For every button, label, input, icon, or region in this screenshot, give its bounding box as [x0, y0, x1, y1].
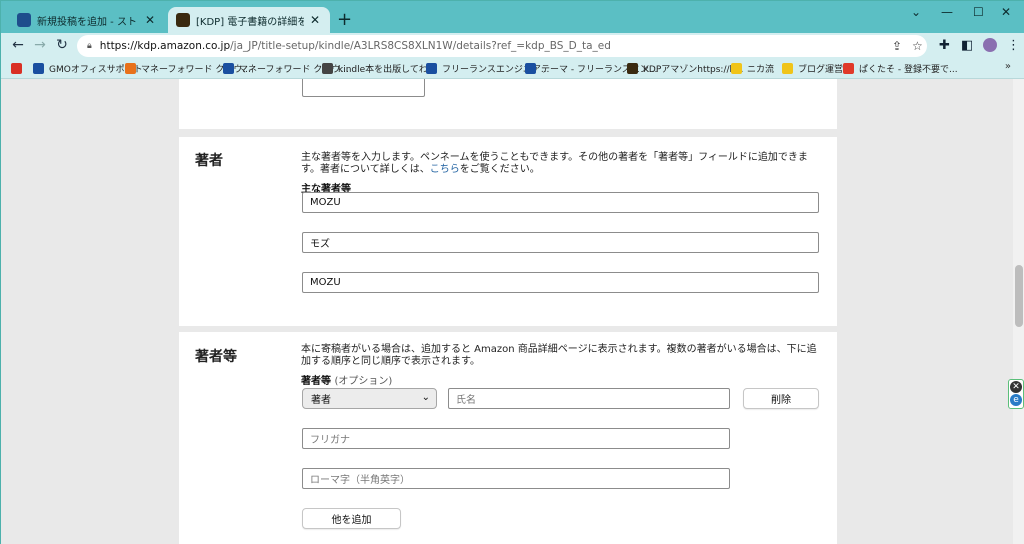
contributor-name-input[interactable]: 氏名 — [448, 388, 730, 409]
extensions-icon[interactable]: ✚ — [939, 38, 950, 53]
authors-description: 主な著者等を入力します。ペンネームを使うこともできます。その他の著者を「著者等」… — [301, 152, 808, 175]
close-tab-icon[interactable]: ✕ — [308, 13, 322, 27]
bookmark-item[interactable]: KDPアマゾンhttps://k... — [627, 61, 743, 75]
bookmarks-bar: GMOオフィスサポート マネーフォワード クラウ... マネーフォワード クラウ… — [1, 57, 1024, 79]
minimize-button[interactable]: — — [941, 5, 953, 19]
forward-button[interactable]: → — [31, 36, 49, 54]
address-bar[interactable]: 🔒︎ https://kdp.amazon.co.jp/ja_JP/title-… — [77, 35, 927, 57]
page-viewport: 著者 主な著者等を入力します。ペンネームを使うこともできます。その他の著者を「著… — [1, 79, 1013, 544]
menu-icon[interactable]: ⋮ — [1007, 38, 1020, 53]
bookmark-favicon-icon — [843, 62, 854, 74]
folder-icon — [782, 62, 793, 74]
bookmark-item[interactable]: ぱくたそ - 登録不要で... — [843, 61, 958, 75]
lock-icon: 🔒︎ — [87, 41, 92, 51]
bookmark-favicon-icon — [525, 62, 536, 74]
browser-toolbar: ← → ↻ 🔒︎ https://kdp.amazon.co.jp/ja_JP/… — [1, 33, 1024, 57]
add-contributor-button[interactable]: 他を追加 — [302, 508, 401, 529]
section-title-authors: 著者 — [195, 153, 223, 169]
share-icon[interactable]: ⇪ — [892, 39, 902, 53]
side-panel-icon[interactable]: ◧ — [961, 38, 973, 53]
bookmark-folder[interactable]: ブログ運営 — [782, 61, 843, 75]
author-kana-input[interactable]: モズ — [302, 232, 819, 253]
author-name-input[interactable]: MOZU — [302, 192, 819, 213]
help-link[interactable]: こちら — [430, 164, 460, 175]
bookmarks-overflow-icon[interactable]: » — [1005, 61, 1011, 72]
maximize-button[interactable]: ☐ — [973, 5, 984, 19]
close-circle-icon[interactable]: ✕ — [1010, 381, 1022, 393]
bookmark-gmail[interactable] — [11, 61, 27, 75]
delete-button[interactable]: 削除 — [743, 388, 819, 409]
tab-title: 新規投稿を追加 - ストレスフリーに生 — [37, 16, 139, 28]
tab-title: [KDP] 電子書籍の詳細を編集 | Ama — [196, 16, 304, 28]
folder-icon — [731, 62, 742, 74]
contributors-description: 本に寄稿者がいる場合は、追加すると Amazon 商品詳細ページに表示されます。… — [301, 344, 817, 367]
previous-field-input[interactable] — [302, 79, 425, 97]
bookmark-favicon-icon — [322, 62, 333, 74]
bookmark-favicon-icon — [223, 62, 234, 74]
contributor-kana-input[interactable]: フリガナ — [302, 428, 730, 449]
floating-side-widget[interactable]: ✕ e — [1008, 379, 1024, 409]
role-select[interactable]: 著者 ⌄ — [302, 388, 437, 409]
bookmark-favicon-icon — [125, 62, 136, 74]
contributor-romaji-input[interactable]: ローマ字（半角英字） — [302, 468, 730, 489]
contributors-section: 著者等 本に寄稿者がいる場合は、追加すると Amazon 商品詳細ページに表示さ… — [179, 332, 837, 544]
contributors-label: 著者等 (オプション) — [301, 376, 393, 387]
bookmark-favicon-icon — [426, 62, 437, 74]
browser-window: 新規投稿を追加 - ストレスフリーに生 ✕ [KDP] 電子書籍の詳細を編集 |… — [0, 0, 1024, 544]
profile-avatar[interactable] — [983, 38, 997, 52]
close-window-button[interactable]: ✕ — [1001, 5, 1011, 19]
edge-extension-icon[interactable]: e — [1010, 394, 1022, 406]
close-tab-icon[interactable]: ✕ — [143, 13, 157, 27]
bookmark-favicon-icon — [33, 62, 44, 74]
chevron-down-icon: ⌄ — [421, 392, 430, 403]
wordpress-favicon-icon — [17, 13, 31, 27]
bookmark-item[interactable]: kindle本を出版してわ... — [322, 61, 436, 75]
reload-button[interactable]: ↻ — [53, 36, 71, 54]
bookmark-star-icon[interactable]: ☆ — [912, 39, 923, 53]
kdp-favicon-icon — [176, 13, 190, 27]
tab-kdp-edit[interactable]: [KDP] 電子書籍の詳細を編集 | Ama ✕ — [168, 7, 330, 33]
bookmark-folder[interactable]: ニカ流 — [731, 61, 774, 75]
section-title-contributors: 著者等 — [195, 349, 237, 365]
page-scrollbar[interactable] — [1013, 79, 1024, 544]
bookmark-favicon-icon — [627, 62, 638, 74]
gmail-icon — [11, 62, 22, 74]
tab-search-icon[interactable]: ⌄ — [911, 5, 921, 19]
back-button[interactable]: ← — [9, 36, 27, 54]
author-romaji-input[interactable]: MOZU — [302, 272, 819, 293]
url-text: https://kdp.amazon.co.jp/ja_JP/title-set… — [99, 40, 611, 52]
scrollbar-thumb[interactable] — [1015, 265, 1023, 327]
tab-bar: 新規投稿を追加 - ストレスフリーに生 ✕ [KDP] 電子書籍の詳細を編集 |… — [1, 1, 1024, 33]
tab-new-post[interactable]: 新規投稿を追加 - ストレスフリーに生 ✕ — [9, 7, 165, 33]
previous-section-card — [179, 79, 837, 129]
authors-section: 著者 主な著者等を入力します。ペンネームを使うこともできます。その他の著者を「著… — [179, 137, 837, 326]
new-tab-button[interactable]: + — [337, 9, 352, 30]
